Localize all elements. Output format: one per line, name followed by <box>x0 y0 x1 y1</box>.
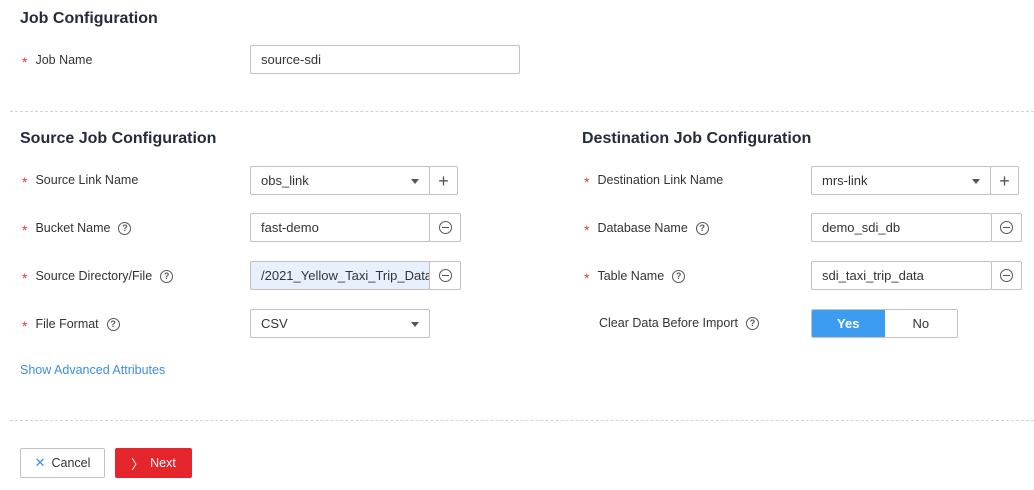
plus-icon: + <box>999 170 1010 191</box>
required-marker: * <box>22 270 28 286</box>
plus-icon: + <box>438 170 449 191</box>
required-marker: * <box>584 270 590 286</box>
select-database-button[interactable] <box>991 213 1022 242</box>
required-marker: * <box>22 174 28 190</box>
add-source-link-button[interactable]: + <box>429 166 458 195</box>
chevron-down-icon <box>411 322 419 327</box>
source-link-label: * Source Link Name <box>22 170 138 190</box>
add-destination-link-button[interactable]: + <box>990 166 1019 195</box>
database-name-label-text: Database Name <box>597 221 688 235</box>
source-dir-label: * Source Directory/File ? <box>22 266 174 286</box>
bucket-name-input[interactable]: fast-demo <box>250 213 430 242</box>
select-table-button[interactable] <box>991 261 1022 290</box>
chevron-down-icon <box>972 179 980 184</box>
section-divider-top <box>10 111 1034 112</box>
source-dir-label-text: Source Directory/File <box>35 269 153 283</box>
destination-link-value: mrs-link <box>822 173 868 188</box>
help-icon[interactable]: ? <box>672 269 686 283</box>
clear-data-label-text: Clear Data Before Import <box>599 316 738 330</box>
job-name-label: * Job Name <box>22 50 92 70</box>
chevron-right-icon: 〉 <box>131 456 145 472</box>
clear-data-toggle[interactable]: Yes No <box>811 309 958 338</box>
section-divider-bottom <box>10 420 1034 421</box>
job-name-label-text: Job Name <box>35 53 93 67</box>
file-format-select[interactable]: CSV <box>250 309 430 338</box>
source-link-label-text: Source Link Name <box>35 173 139 187</box>
required-marker: * <box>22 222 28 238</box>
file-format-label-text: File Format <box>35 317 99 331</box>
file-format-value: CSV <box>261 316 288 331</box>
more-options-icon <box>1000 221 1013 234</box>
cancel-button-label: Cancel <box>51 456 91 470</box>
bucket-name-label-text: Bucket Name <box>35 221 111 235</box>
more-options-icon <box>1000 269 1013 282</box>
required-marker: * <box>584 174 590 190</box>
file-format-label: * File Format ? <box>22 314 120 334</box>
chevron-down-icon <box>411 179 419 184</box>
next-button[interactable]: 〉 Next <box>115 448 192 478</box>
clear-data-label: Clear Data Before Import ? <box>599 313 759 333</box>
help-icon[interactable]: ? <box>745 316 759 330</box>
clear-data-no-option[interactable]: No <box>884 310 957 337</box>
select-bucket-button[interactable] <box>429 213 461 242</box>
destination-link-label-text: Destination Link Name <box>597 173 724 187</box>
select-source-dir-button[interactable] <box>429 261 461 290</box>
database-name-input[interactable]: demo_sdi_db <box>811 213 992 242</box>
bucket-name-label: * Bucket Name ? <box>22 218 132 238</box>
more-options-icon <box>438 269 452 282</box>
required-marker: * <box>22 54 28 70</box>
required-marker: * <box>22 318 28 334</box>
table-name-label: * Table Name ? <box>584 266 686 286</box>
job-name-input[interactable]: source-sdi <box>250 45 520 74</box>
more-options-icon <box>438 221 452 234</box>
table-name-label-text: Table Name <box>597 269 665 283</box>
clear-data-yes-option[interactable]: Yes <box>812 310 885 337</box>
job-config-title: Job Configuration <box>20 10 158 27</box>
required-marker: * <box>584 222 590 238</box>
help-icon[interactable]: ? <box>695 221 709 235</box>
source-dir-input[interactable]: /2021_Yellow_Taxi_Trip_Data <box>250 261 430 290</box>
source-link-value: obs_link <box>261 173 309 188</box>
database-name-label: * Database Name ? <box>584 218 709 238</box>
destination-config-title: Destination Job Configuration <box>582 130 812 147</box>
next-button-label: Next <box>150 456 176 470</box>
help-icon[interactable]: ? <box>118 221 132 235</box>
close-icon: ✕ <box>34 455 46 470</box>
destination-link-label: * Destination Link Name <box>584 170 723 190</box>
source-link-select[interactable]: obs_link <box>250 166 430 195</box>
destination-link-select[interactable]: mrs-link <box>811 166 991 195</box>
help-icon[interactable]: ? <box>160 269 174 283</box>
show-advanced-attributes-link[interactable]: Show Advanced Attributes <box>20 363 165 377</box>
help-icon[interactable]: ? <box>106 317 120 331</box>
cancel-button[interactable]: ✕ Cancel <box>20 448 105 478</box>
source-config-title: Source Job Configuration <box>20 130 217 147</box>
table-name-input[interactable]: sdi_taxi_trip_data <box>811 261 992 290</box>
